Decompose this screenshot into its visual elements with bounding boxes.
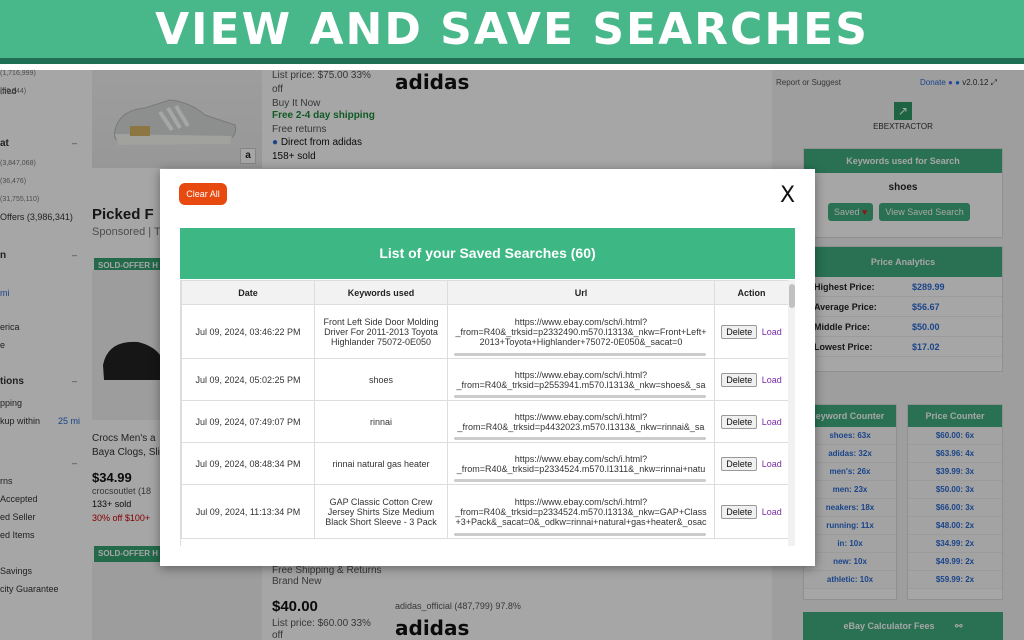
- table-row: Jul 09, 2024, 11:13:34 PM GAP Classic Co…: [181, 484, 789, 539]
- url-line: _from=R40&_trksid=p2553941.m570.l1313&_n…: [456, 379, 706, 390]
- column-header-action: Action: [714, 280, 789, 305]
- date-cell: Jul 09, 2024, 05:02:25 PM: [181, 358, 315, 401]
- keywords-cell: Front Left Side Door Molding Driver For …: [314, 304, 448, 359]
- horizontal-scrollbar[interactable]: [454, 437, 706, 440]
- keywords-cell: shoes: [314, 358, 448, 401]
- saved-searches-table: Date Keywords used Url Action Jul 09, 20…: [181, 280, 789, 539]
- url-line: _from=R40&_trksid=p2334524.m570.l1313&_n…: [455, 506, 707, 517]
- column-header-date: Date: [181, 280, 315, 305]
- table-row: Jul 09, 2024, 05:02:25 PM shoes https://…: [181, 358, 789, 401]
- date-cell: Jul 09, 2024, 03:46:22 PM: [181, 304, 315, 359]
- load-link[interactable]: Load: [762, 417, 782, 427]
- delete-button[interactable]: Delete: [721, 504, 758, 519]
- vertical-scrollbar[interactable]: [788, 280, 795, 546]
- url-line: _from=R40&_trksid=p2332490.m570.l1313&_n…: [455, 326, 707, 337]
- delete-button[interactable]: Delete: [721, 414, 758, 429]
- table-body: Jul 09, 2024, 03:46:22 PM Front Left Sid…: [181, 304, 789, 539]
- url-line: 2013+Toyota+Highlander+75072-0E050&_saca…: [479, 336, 683, 347]
- horizontal-scrollbar[interactable]: [454, 479, 706, 482]
- action-cell: Delete Load: [714, 304, 789, 359]
- url-cell: https://www.ebay.com/sch/i.html? _from=R…: [447, 304, 715, 359]
- promo-banner: VIEW AND SAVE SEARCHES: [0, 0, 1024, 64]
- horizontal-scrollbar[interactable]: [454, 533, 706, 536]
- column-header-keywords: Keywords used: [314, 280, 448, 305]
- delete-button[interactable]: Delete: [721, 456, 758, 471]
- clear-all-button[interactable]: Clear All: [179, 183, 227, 205]
- close-icon[interactable]: X: [780, 185, 795, 207]
- url-line: https://www.ebay.com/sch/i.html?: [514, 411, 648, 422]
- table-row: Jul 09, 2024, 03:46:22 PM Front Left Sid…: [181, 304, 789, 359]
- horizontal-scrollbar[interactable]: [454, 395, 706, 398]
- url-cell: https://www.ebay.com/sch/i.html? _from=R…: [447, 358, 715, 401]
- url-line: https://www.ebay.com/sch/i.html?: [514, 369, 648, 380]
- load-link[interactable]: Load: [762, 375, 782, 385]
- action-cell: Delete Load: [714, 484, 789, 539]
- keywords-cell: rinnai natural gas heater: [314, 442, 448, 485]
- load-link[interactable]: Load: [762, 459, 782, 469]
- table-row: Jul 09, 2024, 08:48:34 PM rinnai natural…: [181, 442, 789, 485]
- banner-title: VIEW AND SAVE SEARCHES: [155, 3, 869, 55]
- load-link[interactable]: Load: [762, 507, 782, 517]
- table-header-row: Date Keywords used Url Action: [181, 280, 789, 305]
- url-line: _from=R40&_trksid=p2334524.m570.l1311&_n…: [456, 463, 706, 474]
- action-cell: Delete Load: [714, 358, 789, 401]
- keywords-cell: rinnai: [314, 400, 448, 443]
- url-line: +3+Pack&_sacat=0&_odkw=rinnai+natural+ga…: [455, 516, 707, 527]
- load-link[interactable]: Load: [762, 327, 782, 337]
- url-cell: https://www.ebay.com/sch/i.html? _from=R…: [447, 442, 715, 485]
- saved-searches-title: List of your Saved Searches (60): [180, 228, 795, 279]
- delete-button[interactable]: Delete: [721, 324, 758, 339]
- date-cell: Jul 09, 2024, 08:48:34 PM: [181, 442, 315, 485]
- saved-searches-table-wrapper: Date Keywords used Url Action Jul 09, 20…: [180, 280, 795, 546]
- action-cell: Delete Load: [714, 400, 789, 443]
- url-line: _from=R40&_trksid=p4432023.m570.l1313&_n…: [457, 421, 705, 432]
- column-header-url: Url: [447, 280, 715, 305]
- action-cell: Delete Load: [714, 442, 789, 485]
- horizontal-scrollbar[interactable]: [454, 353, 706, 356]
- scrollbar-thumb[interactable]: [789, 284, 795, 308]
- url-cell: https://www.ebay.com/sch/i.html? _from=R…: [447, 400, 715, 443]
- url-line: https://www.ebay.com/sch/i.html?: [514, 496, 648, 507]
- url-cell: https://www.ebay.com/sch/i.html? _from=R…: [447, 484, 715, 539]
- table-row: Jul 09, 2024, 07:49:07 PM rinnai https:/…: [181, 400, 789, 443]
- date-cell: Jul 09, 2024, 11:13:34 PM: [181, 484, 315, 539]
- delete-button[interactable]: Delete: [721, 372, 758, 387]
- url-line: https://www.ebay.com/sch/i.html?: [514, 453, 648, 464]
- url-line: https://www.ebay.com/sch/i.html?: [514, 316, 648, 327]
- date-cell: Jul 09, 2024, 07:49:07 PM: [181, 400, 315, 443]
- keywords-cell: GAP Classic Cotton Crew Jersey Shirts Si…: [314, 484, 448, 539]
- saved-searches-modal: Clear All X List of your Saved Searches …: [160, 169, 815, 566]
